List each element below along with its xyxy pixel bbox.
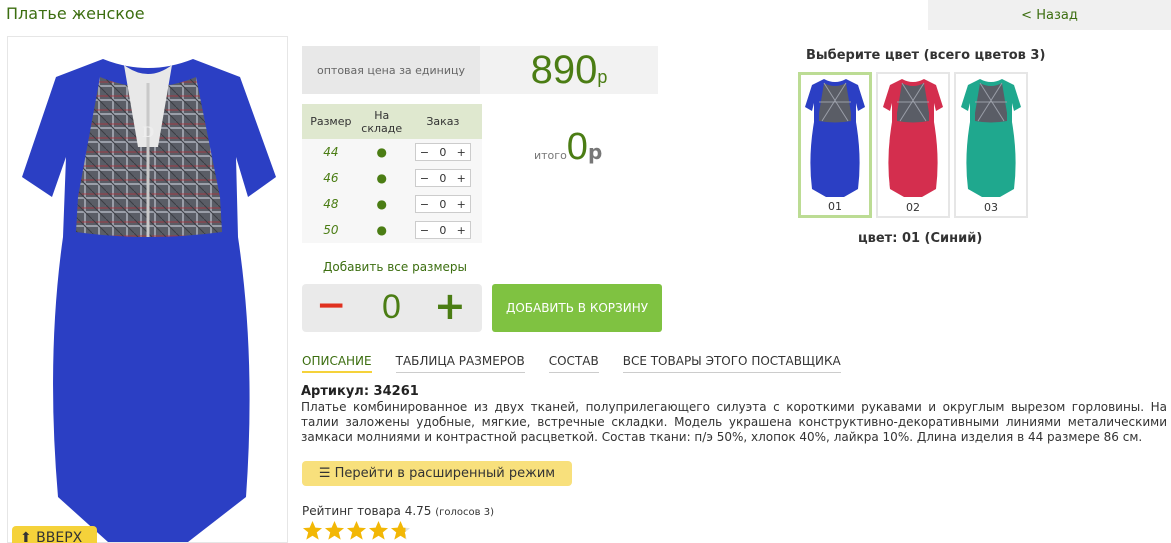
plus-button[interactable]: + [457,146,466,159]
tab-supplier-products[interactable]: ВСЕ ТОВАРЫ ЭТОГО ПОСТАВЩИКА [622,354,841,373]
add-to-cart-button[interactable]: ДОБАВИТЬ В КОРЗИНУ [492,284,662,332]
size-cell: 46 [323,171,339,185]
star-icon[interactable] [368,520,389,541]
article-number: Артикул: 34261 [301,384,419,399]
swatch-label: 01 [828,200,842,213]
total-currency: р [587,140,603,164]
big-minus-button[interactable]: − [316,286,346,326]
table-row: 48 ● −0 + [302,191,482,217]
selected-color-label: цвет: 01 (Синий) [858,231,983,246]
minus-button[interactable]: − [420,224,429,237]
scroll-up-button[interactable]: ⬆ ВВЕРХ [12,526,97,543]
minus-button[interactable]: − [420,198,429,211]
rating-text: Рейтинг товара 4.75 (голосов 3) [302,504,494,518]
qty-value[interactable]: 0 [439,146,446,159]
table-row: 50 ● −0 + [302,217,482,243]
size-header: Размер [302,104,360,139]
total-value: 0 [566,126,588,168]
plus-button[interactable]: + [457,224,466,237]
dress-thumbnail [805,79,865,197]
order-total: итого0р [534,126,602,169]
qty-value[interactable]: 0 [439,172,446,185]
add-all-sizes-link[interactable]: Добавить все размеры [323,260,467,274]
size-cell: 48 [323,197,339,211]
product-description: Платье комбинированное из двух тканей, п… [301,400,1167,444]
qty-value[interactable]: 0 [439,198,446,211]
size-table: Размер На складе Заказ 44 ● −0 + 46 ● −0 +… [302,104,482,243]
stock-dot: ● [376,223,387,237]
tab-composition[interactable]: СОСТАВ [548,354,599,373]
total-label: итого [534,149,567,162]
advanced-mode-button[interactable]: ☰ Перейти в расширенный режим [302,461,572,486]
stock-dot: ● [376,197,387,211]
plus-button[interactable]: + [457,198,466,211]
color-swatch-03[interactable]: 03 [954,72,1028,218]
tab-size-table[interactable]: ТАБЛИЦА РАЗМЕРОВ [395,354,525,373]
swatch-label: 02 [906,201,920,214]
rating-votes: (голосов 3) [435,507,495,518]
big-plus-button[interactable]: + [434,284,466,328]
star-icon[interactable] [302,520,323,541]
color-swatch-02[interactable]: 02 [876,72,950,218]
product-photo[interactable]: D [7,36,288,543]
qty-stepper[interactable]: −0 + [414,221,471,239]
stock-dot: ● [376,171,387,185]
rating-stars[interactable] [302,520,411,541]
star-icon[interactable] [324,520,345,541]
dress-image: D [22,59,276,542]
star-icon[interactable] [346,520,367,541]
price-value: 890р [480,46,658,94]
plus-button[interactable]: + [457,172,466,185]
size-cell: 44 [323,145,339,159]
svg-text:D: D [142,125,154,141]
product-tabs: ОПИСАНИЕ ТАБЛИЦА РАЗМЕРОВ СОСТАВ ВСЕ ТОВ… [302,354,841,373]
table-row: 46 ● −0 + [302,165,482,191]
qty-value[interactable]: 0 [439,224,446,237]
qty-stepper[interactable]: −0 + [414,143,471,161]
price-panel: оптовая цена за единицу 890р [302,46,658,94]
page-title: Платье женское [6,4,145,23]
qty-stepper[interactable]: −0 + [414,195,471,213]
price-amount: 890 [530,48,598,92]
star-icon[interactable] [390,520,411,541]
dress-thumbnail [961,79,1021,197]
color-picker-title: Выберите цвет (всего цветов 3) [806,48,1046,63]
rating-value: Рейтинг товара 4.75 [302,504,432,518]
price-currency: р [597,67,608,87]
tab-description[interactable]: ОПИСАНИЕ [302,354,372,373]
stock-dot: ● [376,145,387,159]
total-qty-stepper[interactable]: − 0 + [302,284,482,332]
stock-header: На складе [359,104,404,139]
dress-thumbnail [883,79,943,197]
price-label: оптовая цена за единицу [302,46,480,94]
back-link[interactable]: < Назад [928,0,1171,30]
size-cell: 50 [323,223,339,237]
minus-button[interactable]: − [420,172,429,185]
order-header: Заказ [403,104,482,139]
minus-button[interactable]: − [420,146,429,159]
big-qty-value[interactable]: 0 [382,286,401,328]
table-row: 44 ● −0 + [302,139,482,165]
swatch-label: 03 [984,201,998,214]
qty-stepper[interactable]: −0 + [414,169,471,187]
color-swatch-01[interactable]: 01 [798,72,872,218]
